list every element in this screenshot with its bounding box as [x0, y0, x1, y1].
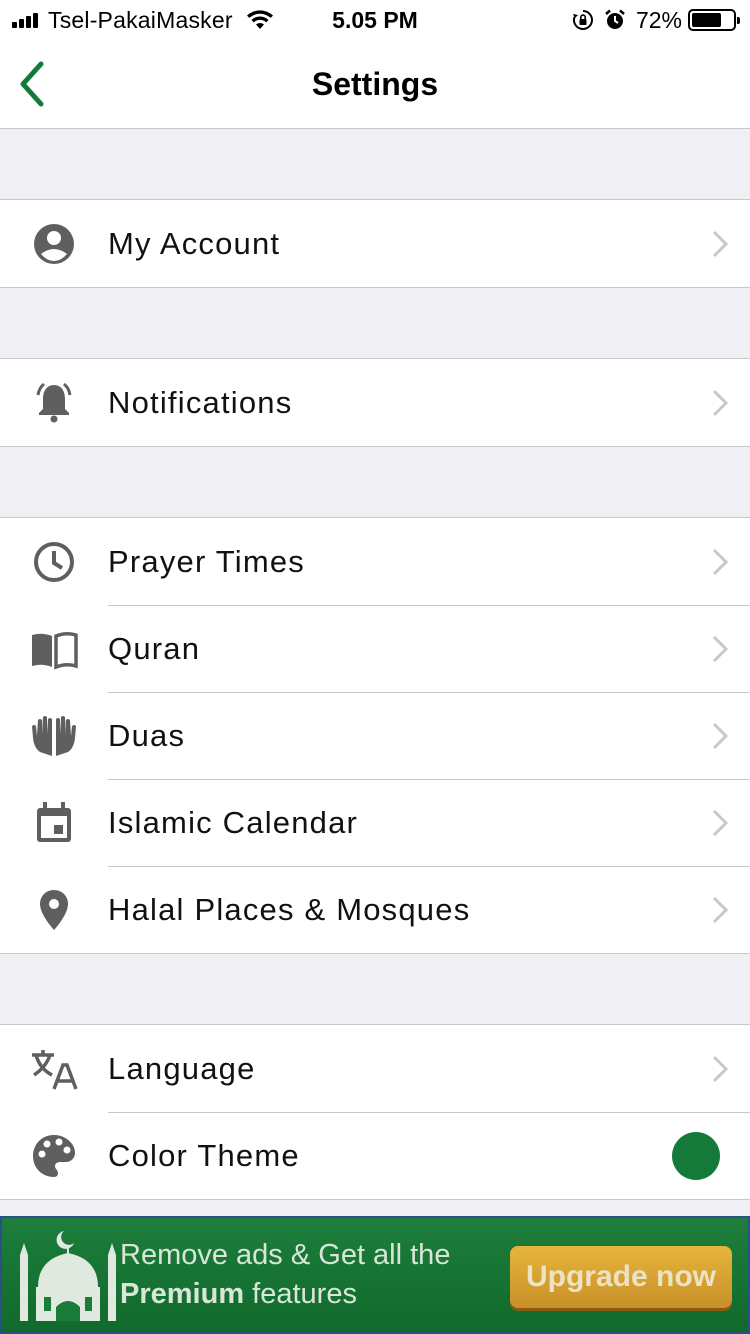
page-title: Settings [311, 66, 439, 102]
section-spacer [0, 129, 750, 199]
location-pin-icon [0, 867, 108, 954]
row-label: Islamic Calendar [108, 805, 359, 840]
settings-group-features: Prayer Times Quran Duas Islamic Calendar [0, 517, 750, 954]
settings-list[interactable]: My Account Notifications Prayer Times Qu [0, 129, 750, 1216]
banner-line-1: Remove ads & Get all the [120, 1239, 451, 1271]
section-spacer [0, 288, 750, 358]
color-theme-swatch[interactable] [672, 1132, 720, 1180]
chevron-right-icon [690, 1025, 750, 1112]
chevron-left-icon [20, 61, 44, 107]
upgrade-now-button[interactable]: Upgrade now [510, 1246, 732, 1308]
row-quran[interactable]: Quran [32, 605, 750, 693]
row-notifications[interactable]: Notifications [0, 359, 750, 446]
navigation-bar: Settings [0, 40, 750, 129]
banner-line-2: Premium features [120, 1275, 500, 1314]
battery-icon [688, 9, 740, 31]
battery-percent: 72% [635, 6, 682, 33]
row-label: Halal Places & Mosques [108, 892, 471, 927]
book-icon [0, 606, 108, 693]
row-duas[interactable]: Duas [32, 692, 750, 780]
orientation-lock-icon [572, 10, 593, 30]
chevron-right-icon [690, 200, 750, 287]
translate-icon [0, 1025, 108, 1112]
chevron-right-icon [690, 606, 750, 693]
row-my-account[interactable]: My Account [0, 200, 750, 287]
account-icon [0, 200, 108, 287]
back-button[interactable] [10, 56, 54, 112]
settings-group-notifications: Notifications [0, 358, 750, 447]
settings-group-account: My Account [0, 199, 750, 288]
clock-icon [0, 518, 108, 605]
status-bar: Tsel-PakaiMasker 5.05 PM 72% [0, 0, 750, 40]
praying-hands-icon [0, 693, 108, 780]
row-label: Color Theme [108, 1138, 300, 1173]
row-label: My Account [108, 225, 281, 261]
settings-group-preferences: Language Color Theme [0, 1024, 750, 1200]
row-prayer-times[interactable]: Prayer Times [0, 518, 750, 605]
chevron-right-icon [690, 867, 750, 954]
calendar-icon [0, 780, 108, 867]
row-label: Duas [108, 718, 186, 753]
row-islamic-calendar[interactable]: Islamic Calendar [37, 779, 750, 867]
chevron-right-icon [690, 693, 750, 780]
row-color-theme[interactable]: Color Theme [33, 1112, 750, 1199]
section-spacer [0, 954, 750, 1024]
chevron-right-icon [690, 359, 750, 446]
status-right: 72% [572, 6, 740, 34]
banner-message: Remove ads & Get all the Premium feature… [120, 1236, 500, 1314]
banner-features-text: features [244, 1278, 357, 1310]
banner-premium-word: Premium [120, 1278, 245, 1310]
chevron-right-icon [690, 780, 750, 867]
row-label: Prayer Times [108, 543, 305, 579]
mosque-icon [20, 1231, 116, 1321]
alarm-icon [605, 9, 625, 29]
section-spacer [0, 447, 750, 517]
bell-icon [0, 359, 108, 446]
row-halal-places[interactable]: Halal Places & Mosques [40, 866, 750, 954]
row-label: Language [108, 1050, 256, 1086]
row-label: Notifications [108, 384, 293, 420]
chevron-right-icon [690, 518, 750, 605]
row-label: Quran [108, 631, 201, 666]
row-language[interactable]: Language [0, 1025, 750, 1112]
upgrade-banner[interactable]: Remove ads & Get all the Premium feature… [0, 1216, 750, 1334]
palette-icon [0, 1113, 108, 1200]
